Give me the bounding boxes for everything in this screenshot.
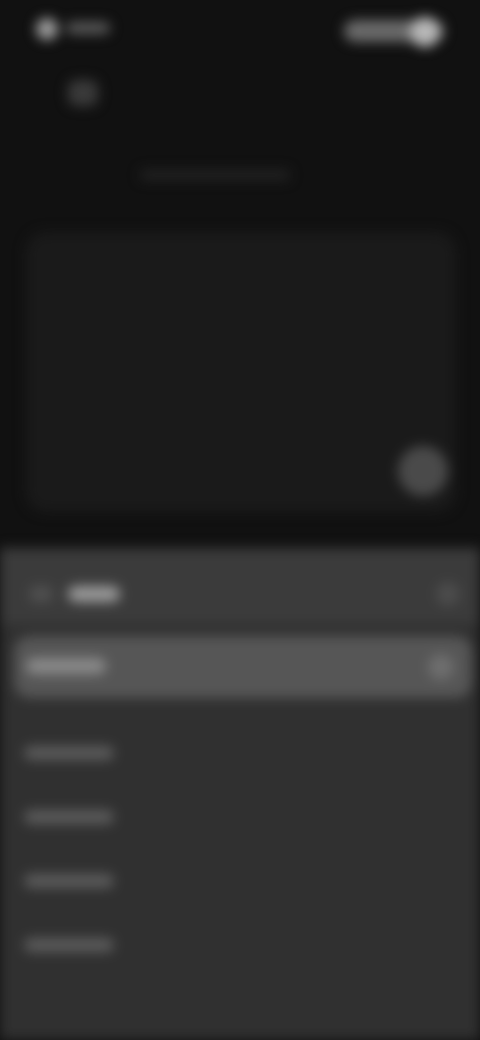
circle-icon[interactable] [36,18,58,40]
round-button-icon[interactable] [398,446,448,496]
check-icon [428,654,454,680]
page-heading-placeholder [140,170,290,180]
app-screen [0,0,480,1040]
more-icon[interactable] [436,582,460,606]
back-icon[interactable] [68,80,98,106]
sheet-list-item[interactable] [24,746,114,760]
avatar-icon[interactable] [410,17,440,47]
bottom-sheet [0,548,480,1040]
main-card[interactable] [26,232,456,512]
sheet-list-item[interactable] [24,810,114,824]
sheet-back-icon[interactable] [30,586,52,602]
sheet-selected-row[interactable] [14,636,472,698]
sheet-list-item[interactable] [24,874,114,888]
sheet-list-item[interactable] [24,938,114,952]
sheet-title-placeholder [68,586,120,602]
selected-row-label-placeholder [26,658,106,674]
sheet-header [0,548,480,624]
top-left-label-placeholder [66,22,110,34]
top-bar [0,0,480,64]
